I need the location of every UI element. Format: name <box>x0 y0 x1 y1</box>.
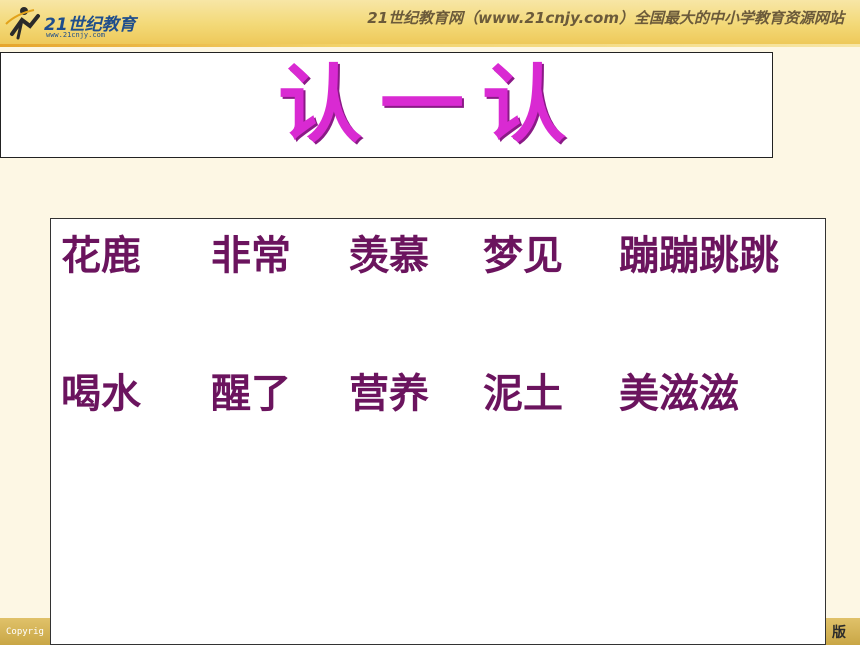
word-item: 营养 <box>349 370 429 417</box>
running-figure-icon <box>5 7 40 40</box>
site-banner: 21世纪教育网（www.21cnjy.com）全国最大的中小学教育资源网站 <box>367 9 844 27</box>
copyright-text: Copyrig <box>6 627 44 637</box>
word-item: 梦见 <box>483 232 563 279</box>
title-box: 认一认 <box>0 52 773 158</box>
word-item: 喝水 <box>61 370 141 417</box>
word-item: 非常 <box>211 232 291 279</box>
word-item: 美滋滋 <box>619 370 739 417</box>
word-item: 醒了 <box>211 370 291 417</box>
word-item: 花鹿 <box>61 232 141 279</box>
site-logo[interactable]: 21世纪教育 www.21cnjy.com <box>4 4 144 42</box>
word-item: 羡慕 <box>349 232 429 279</box>
word-item: 泥土 <box>483 370 563 417</box>
word-item: 蹦蹦跳跳 <box>619 232 779 279</box>
edition-text: 版 <box>832 625 846 641</box>
header-divider <box>0 44 860 47</box>
page-title: 认一认 <box>277 55 584 154</box>
header-band: 21世纪教育 www.21cnjy.com 21世纪教育网（www.21cnjy… <box>0 0 860 44</box>
logo-url: www.21cnjy.com <box>46 31 106 39</box>
word-box: 花鹿 非常 羡慕 梦见 蹦蹦跳跳 喝水 醒了 营养 泥土 美滋滋 <box>50 218 826 645</box>
